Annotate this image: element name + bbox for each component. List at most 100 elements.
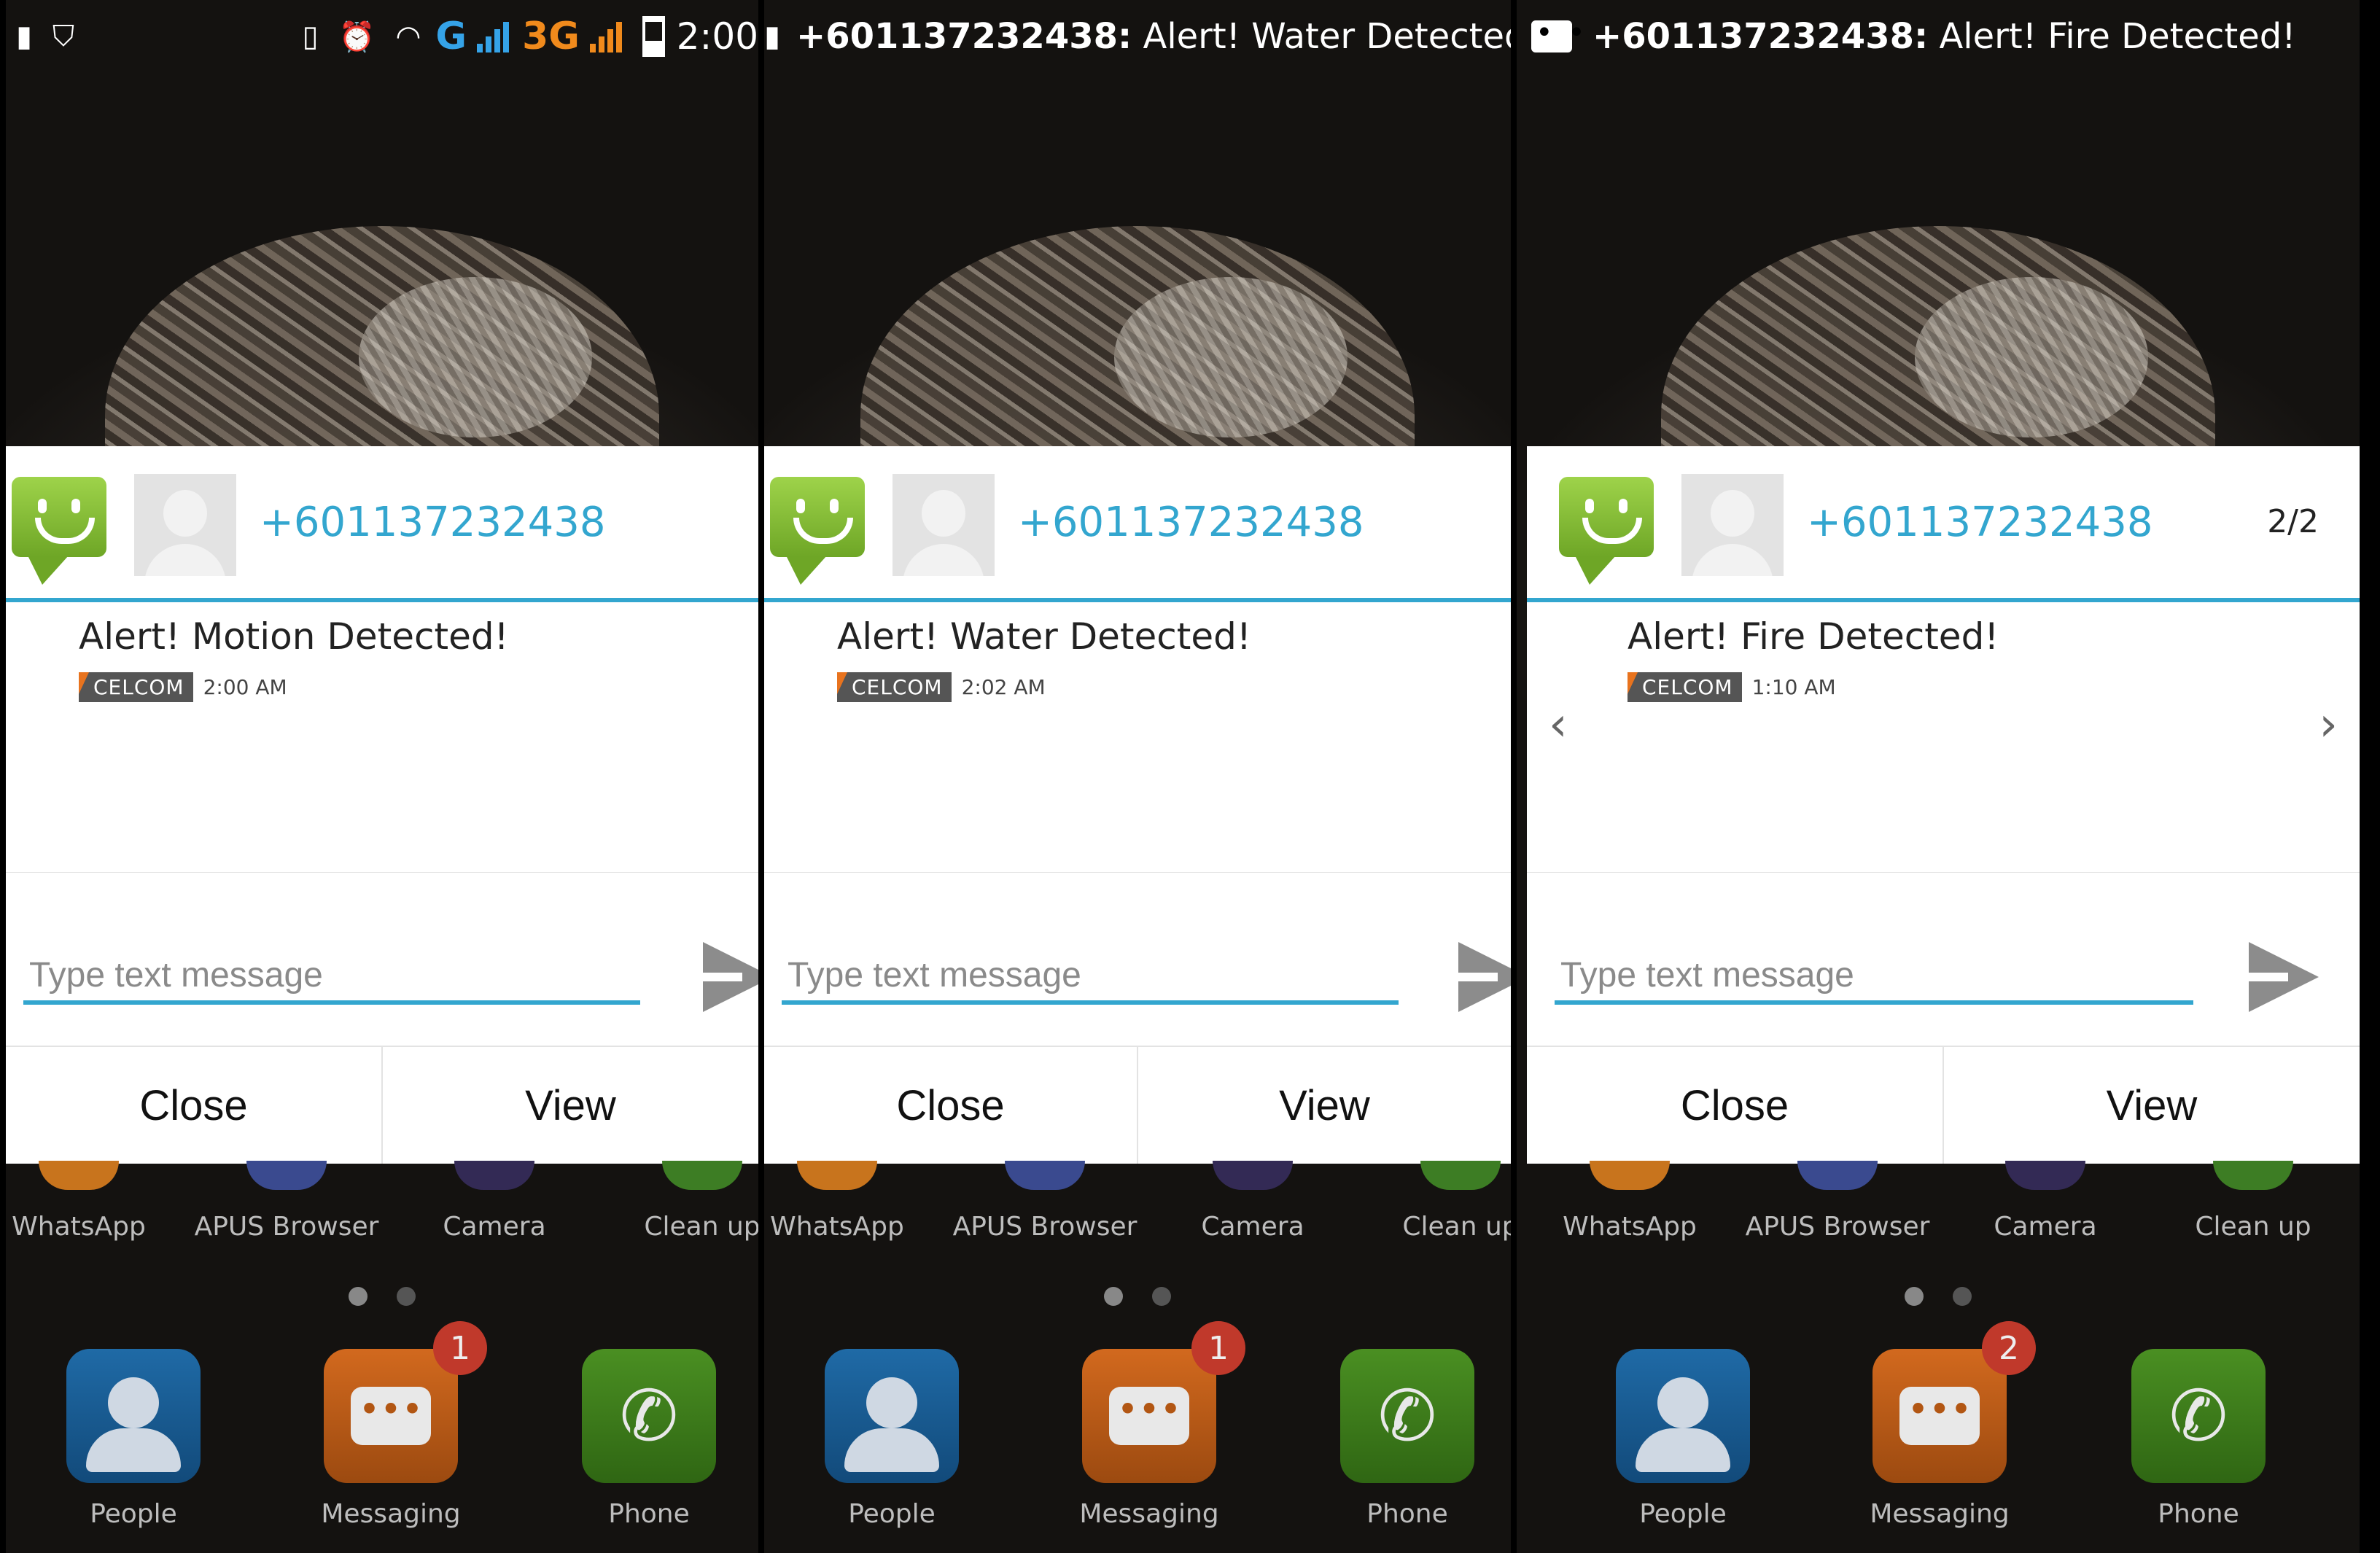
reply-input[interactable]: [23, 949, 640, 1005]
dock-label-messaging: Messaging: [1870, 1499, 2010, 1529]
ticker-sender: +601137232438:: [1592, 16, 1929, 57]
clean-up-icon[interactable]: [1420, 1161, 1501, 1190]
whatsapp-icon[interactable]: [39, 1161, 119, 1190]
popup-header: +601137232438: [6, 446, 758, 602]
app-label-apus-browser[interactable]: APUS Browser: [1743, 1212, 1932, 1242]
app-label-camera[interactable]: Camera: [1158, 1212, 1348, 1242]
action-bar: Close View: [1527, 1046, 2360, 1164]
phone-icon[interactable]: ✆: [2131, 1349, 2266, 1483]
people-icon[interactable]: [825, 1349, 959, 1483]
close-button[interactable]: Close: [6, 1047, 381, 1164]
dock-people[interactable]: People: [819, 1349, 965, 1529]
message-popup: +601137232438 Alert! Water Detected! CEL…: [764, 446, 1511, 1164]
app-label-clean-up[interactable]: Clean up: [2158, 1212, 2348, 1242]
apus-browser-icon[interactable]: [1797, 1161, 1878, 1190]
close-button[interactable]: Close: [764, 1047, 1137, 1164]
dock-people[interactable]: People: [61, 1349, 206, 1529]
sender-number: +601137232438: [1807, 499, 2153, 546]
send-icon-notch: [1454, 973, 1498, 981]
apus-browser-icon[interactable]: [246, 1161, 327, 1190]
dock-messaging[interactable]: ••• 2 Messaging: [1867, 1321, 2036, 1529]
sms-app-icon: [1559, 477, 1654, 585]
app-row: WhatsApp APUS Browser Camera Clean up: [1517, 1161, 2360, 1261]
sms-app-icon: [12, 477, 106, 585]
signal-icon: [477, 20, 512, 52]
dock-messaging[interactable]: ••• 1 Messaging: [1076, 1321, 1245, 1529]
app-label-whatsapp[interactable]: WhatsApp: [764, 1212, 932, 1242]
app-label-camera[interactable]: Camera: [1951, 1212, 2140, 1242]
app-label-whatsapp[interactable]: WhatsApp: [6, 1212, 174, 1242]
messaging-icon[interactable]: ••• 1: [1082, 1321, 1245, 1483]
app-label-clean-up[interactable]: Clean up: [607, 1212, 758, 1242]
app-label-clean-up[interactable]: Clean up: [1366, 1212, 1511, 1242]
app-label-whatsapp[interactable]: WhatsApp: [1535, 1212, 1724, 1242]
phone-icon[interactable]: ✆: [582, 1349, 716, 1483]
carrier-badge: CELCOM: [1628, 672, 1742, 702]
dock-label-messaging: Messaging: [1079, 1499, 1219, 1529]
wallpaper-owl-brow: [1915, 277, 2148, 437]
dock-phone[interactable]: ✆ Phone: [576, 1349, 722, 1529]
divider: [1527, 872, 2360, 873]
view-button[interactable]: View: [1942, 1047, 2360, 1164]
dock-phone[interactable]: ✆ Phone: [2126, 1349, 2271, 1529]
people-icon[interactable]: [66, 1349, 201, 1483]
chevron-right-icon[interactable]: ›: [2319, 698, 2338, 752]
whatsapp-icon[interactable]: [1590, 1161, 1670, 1190]
page-indicator: [1104, 1287, 1171, 1306]
reply-input[interactable]: [1555, 949, 2193, 1005]
popup-header: +601137232438: [764, 446, 1511, 602]
status-bar: ▮ ⛉ ▯ ⏰ ◠ G 3G 2:00: [6, 0, 758, 73]
close-button[interactable]: Close: [1527, 1047, 1942, 1164]
screenshot-panel-2: ▮ +601137232438: Alert! Water Detected! …: [764, 0, 1511, 1553]
message-text: Alert! Water Detected!: [837, 615, 1251, 658]
dock: People ••• 1 Messaging ✆ Phone: [764, 1321, 1511, 1538]
messaging-icon[interactable]: ••• 2: [1872, 1321, 2036, 1483]
message-text: Alert! Fire Detected!: [1628, 615, 1999, 658]
contact-avatar[interactable]: [1681, 474, 1784, 576]
view-button[interactable]: View: [1137, 1047, 1511, 1164]
app-label-apus-browser[interactable]: APUS Browser: [950, 1212, 1140, 1242]
page-indicator: [1905, 1287, 1972, 1306]
dock-label-messaging: Messaging: [321, 1499, 461, 1529]
camera-icon[interactable]: [1213, 1161, 1293, 1190]
ticker-text: Alert! Water Detected!: [1132, 16, 1511, 57]
unread-badge: 1: [1191, 1321, 1245, 1375]
dock-people[interactable]: People: [1610, 1349, 1756, 1529]
notification-ticker: +601137232438: Alert! Fire Detected!: [1531, 0, 2295, 73]
alarm-icon: ⏰: [338, 20, 376, 54]
divider: [764, 872, 1511, 873]
message-meta: CELCOM 2:00 AM: [79, 672, 287, 702]
phone-icon[interactable]: ✆: [1340, 1349, 1474, 1483]
clean-up-icon[interactable]: [2213, 1161, 2293, 1190]
dock-label-people: People: [1639, 1499, 1727, 1529]
dock-label-phone: Phone: [2158, 1499, 2239, 1529]
chevron-left-icon[interactable]: ‹: [1549, 698, 1568, 752]
notification-ticker: ▮ +601137232438: Alert! Water Detected!: [764, 0, 1511, 73]
sim-icon: ▮: [764, 20, 781, 53]
wifi-icon: ◠: [395, 20, 421, 53]
camera-icon[interactable]: [454, 1161, 534, 1190]
network-type-g: G: [435, 15, 467, 58]
apus-browser-icon[interactable]: [1005, 1161, 1085, 1190]
dock: People ••• 1 Messaging ✆ Phone: [6, 1321, 758, 1538]
messaging-icon[interactable]: ••• 1: [324, 1321, 487, 1483]
contact-avatar[interactable]: [892, 474, 995, 576]
people-icon[interactable]: [1616, 1349, 1750, 1483]
dock-phone[interactable]: ✆ Phone: [1334, 1349, 1480, 1529]
view-button[interactable]: View: [381, 1047, 758, 1164]
signal-3g-icon: [589, 20, 625, 52]
message-time: 2:02 AM: [961, 675, 1046, 699]
whatsapp-icon[interactable]: [797, 1161, 877, 1190]
message-meta: CELCOM 2:02 AM: [837, 672, 1046, 702]
action-bar: Close View: [764, 1046, 1511, 1164]
contact-avatar[interactable]: [134, 474, 236, 576]
app-label-apus-browser[interactable]: APUS Browser: [192, 1212, 381, 1242]
message-text: Alert! Motion Detected!: [79, 615, 509, 658]
clean-up-icon[interactable]: [662, 1161, 742, 1190]
wallpaper-owl-brow: [1114, 277, 1348, 437]
camera-icon[interactable]: [2005, 1161, 2085, 1190]
dock-messaging[interactable]: ••• 1 Messaging: [318, 1321, 487, 1529]
reply-input[interactable]: [782, 949, 1399, 1005]
app-label-camera[interactable]: Camera: [400, 1212, 589, 1242]
wallpaper-owl-brow: [359, 277, 592, 437]
